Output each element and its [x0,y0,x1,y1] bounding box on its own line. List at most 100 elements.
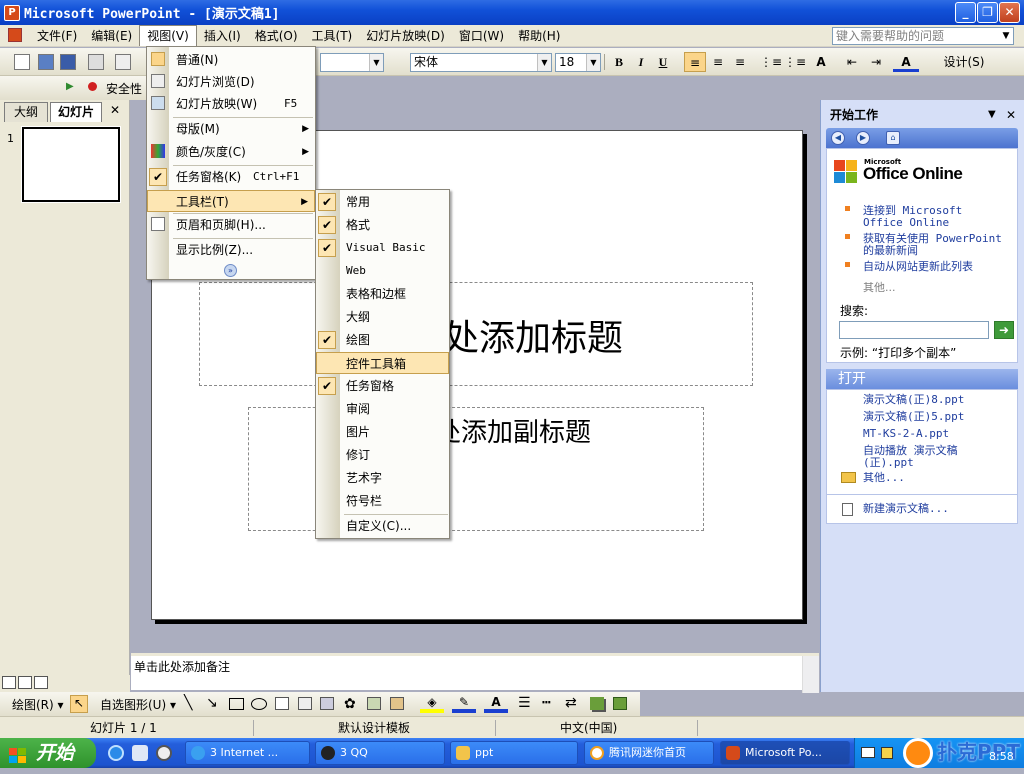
bullets-button[interactable]: ⋮≡ [784,52,806,72]
line-style-icon[interactable]: ☰ [518,695,531,711]
media-icon[interactable] [156,745,172,761]
toolbar-item-customize[interactable]: 自定义(C)... [316,515,449,537]
security-button[interactable]: 安全性 [106,80,142,97]
menu-slideshow[interactable]: 幻灯片放映(D) [359,26,452,46]
draw-menu-button[interactable]: 绘图(R) ▾ [12,696,64,713]
view-menu-item-color[interactable]: 颜色/灰度(C) ▶ [147,141,315,163]
tab-outline[interactable]: 大纲 [4,102,48,122]
arrow-icon[interactable]: ↘ [206,695,218,711]
toolbar-item-visual-basic[interactable]: ✔ Visual Basic [316,237,449,259]
line-icon[interactable]: ╲ [184,695,192,711]
menu-help[interactable]: 帮助(H) [511,26,567,46]
style-select[interactable]: ▼ [320,53,384,72]
toolbar-item-formatting[interactable]: ✔ 格式 [316,214,449,236]
autoshape-menu-button[interactable]: 自选图形(U) ▾ [100,696,176,713]
search-input[interactable] [839,321,989,339]
open-icon[interactable] [38,54,54,70]
chevron-down-icon[interactable]: ▼ [369,54,383,71]
view-menu-item-master[interactable]: 母版(M) ▶ [147,118,315,140]
recent-file-item[interactable]: MT-KS-2-A.ppt [863,428,949,440]
textbox-icon[interactable] [275,697,289,710]
link-latest-news[interactable]: 获取有关使用 PowerPoint 的最新新闻 [845,233,1008,257]
doc-icon[interactable] [0,26,30,46]
decrease-indent-button[interactable]: ⇤ [842,52,862,72]
menu-format[interactable]: 格式(O) [248,26,305,46]
view-menu-item-taskpane[interactable]: ✔ 任务窗格(K) Ctrl+F1 [147,166,315,188]
menu-edit[interactable]: 编辑(E) [84,26,139,46]
normal-view-icon[interactable] [2,676,16,689]
view-menu-item-sorter[interactable]: 幻灯片浏览(D) [147,71,315,93]
chevron-down-icon[interactable]: ▼ [988,104,996,126]
quicklaunch-icon[interactable] [132,745,148,761]
menu-view[interactable]: 视图(V) [139,25,197,46]
underline-button[interactable]: U [654,52,672,72]
toolbar-item-outline[interactable]: 大纲 [316,306,449,328]
oval-icon[interactable] [251,698,267,710]
link-connect-online[interactable]: 连接到 Microsoft Office Online [845,205,1008,229]
link-auto-update[interactable]: 自动从网站更新此列表 [845,261,1008,273]
play-icon[interactable]: ▶ [66,81,74,92]
toolbar-item-reviewing[interactable]: 审阅 [316,398,449,420]
increase-font-button[interactable]: A [810,52,832,72]
italic-button[interactable]: I [632,52,650,72]
search-go-button[interactable]: ➜ [994,321,1014,339]
close-icon[interactable]: ✕ [1006,104,1016,126]
toolbar-item-revisions[interactable]: 修订 [316,444,449,466]
recent-file-item[interactable]: 演示文稿(正)5.ppt [863,411,964,423]
taskbar-powerpoint-button[interactable]: Microsoft Po... [720,741,850,765]
tab-slides[interactable]: 幻灯片 [50,102,102,122]
notes-pane[interactable]: 单击此处添加备注 [131,653,819,693]
save-icon[interactable] [60,54,76,70]
align-center-button[interactable]: ≡ [708,52,728,72]
picture-icon[interactable] [367,697,381,710]
chevron-down-icon[interactable]: ▼ [586,54,600,71]
help-search-input[interactable]: 键入需要帮助的问题 ▼ [832,27,1014,45]
link-more[interactable]: 其他... [863,279,896,295]
align-left-button[interactable]: ≡ [684,52,706,72]
rectangle-icon[interactable] [229,698,244,710]
fill-color-icon[interactable]: ◈ [420,695,444,713]
close-icon[interactable]: ✕ [110,103,120,117]
font-color-button[interactable]: A [893,52,919,72]
maximize-button[interactable]: ❐ [977,2,998,23]
font-size-select[interactable]: 18 ▼ [555,53,601,72]
menu-insert[interactable]: 插入(I) [197,26,248,46]
powerpoint-app-icon[interactable]: P [4,4,20,21]
chevron-down-icon[interactable]: ▼ [999,28,1013,44]
toolbar-item-control-toolbox[interactable]: 控件工具箱 [316,352,449,374]
expand-menu-icon[interactable]: » [224,264,237,277]
title-placeholder[interactable]: 处添加标题 [199,282,753,386]
diagram-icon[interactable] [320,697,334,710]
toolbar-item-drawing[interactable]: ✔ 绘图 [316,329,449,351]
shadow-style-icon[interactable] [590,697,604,710]
toolbar-item-symbol-bar[interactable]: 符号栏 [316,490,449,512]
menu-tools[interactable]: 工具(T) [305,26,360,46]
minimize-button[interactable]: _ [955,2,976,23]
taskbar-qq-news-button[interactable]: 腾讯网迷你首页 [584,741,714,765]
toolbar-item-standard[interactable]: ✔ 常用 [316,191,449,213]
toolbar-item-web[interactable]: Web [316,260,449,282]
new-file-icon[interactable] [14,54,30,70]
menu-window[interactable]: 窗口(W) [452,26,511,46]
view-menu-item-normal[interactable]: 普通(N) [147,49,315,71]
select-pointer-icon[interactable]: ↖ [70,695,88,713]
font-color-icon[interactable]: A [484,695,508,713]
increase-indent-button[interactable]: ⇥ [866,52,886,72]
toolbar-item-tables-borders[interactable]: 表格和边框 [316,283,449,305]
menu-file[interactable]: 文件(F) [30,26,84,46]
view-menu-item-zoom[interactable]: 显示比例(Z)... [147,239,315,261]
forward-icon[interactable]: ▶ [856,131,870,145]
tray-icon[interactable] [881,747,893,759]
ie-icon[interactable] [108,745,124,761]
line-color-icon[interactable]: ✎ [452,695,476,713]
font-name-select[interactable]: 宋体 ▼ [410,53,552,72]
toolbar-item-task-pane[interactable]: ✔ 任务窗格 [316,375,449,397]
close-button[interactable]: ✕ [999,2,1020,23]
start-button[interactable]: 开始 [0,738,96,768]
dash-style-icon[interactable]: ┅ [542,695,550,711]
taskbar-qq-button[interactable]: 3 QQ [315,741,445,765]
numbering-button[interactable]: ⋮≡ [760,52,782,72]
slide-thumbnail[interactable] [22,127,120,202]
toolbar-item-picture[interactable]: 图片 [316,421,449,443]
view-menu-item-slideshow[interactable]: 幻灯片放映(W) F5 [147,93,315,115]
